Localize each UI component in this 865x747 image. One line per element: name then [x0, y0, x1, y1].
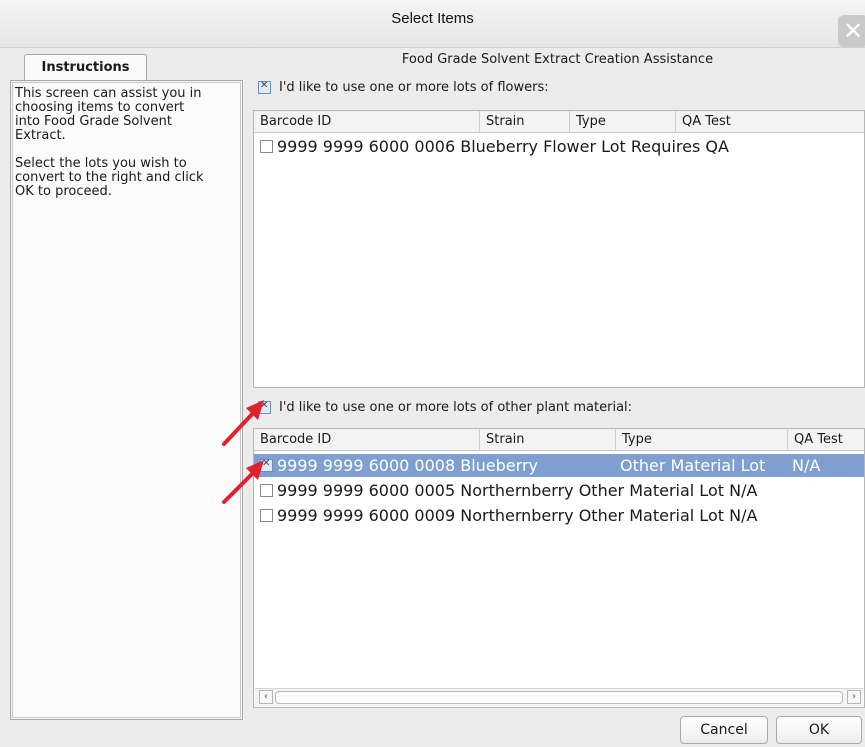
table-row[interactable]: 9999 9999 6000 0005 Northernberry Other …: [254, 479, 864, 502]
column-header-barcode[interactable]: Barcode ID: [254, 111, 480, 133]
flowers-option[interactable]: I'd like to use one or more lots of flow…: [258, 80, 549, 95]
row-strain: Northernberry: [460, 506, 574, 525]
other-material-table-header: Barcode ID Strain Type QA Test: [254, 429, 864, 451]
row-strain: Blueberry: [460, 137, 538, 156]
column-header-strain[interactable]: Strain: [480, 111, 570, 133]
instructions-panel: This screen can assist you in choosing i…: [10, 80, 243, 720]
row-type: Other Material Lot: [578, 481, 724, 500]
table-row[interactable]: 9999 9999 6000 0006 Blueberry Flower Lot…: [254, 135, 864, 158]
column-header-qa-test[interactable]: QA Test: [676, 111, 864, 133]
other-material-option[interactable]: I'd like to use one or more lots of othe…: [258, 400, 632, 415]
flowers-table: Barcode ID Strain Type QA Test 9999 9999…: [253, 110, 865, 388]
row-checkbox[interactable]: [260, 140, 273, 153]
row-strain: Blueberry: [460, 456, 538, 475]
window-title: Select Items: [391, 10, 474, 27]
instructions-text-area: This screen can assist you in choosing i…: [12, 82, 241, 718]
section-heading: Food Grade Solvent Extract Creation Assi…: [401, 52, 714, 67]
column-header-qa-test[interactable]: QA Test: [788, 429, 864, 451]
horizontal-scrollbar[interactable]: ‹ ›: [255, 688, 863, 706]
scroll-right-icon[interactable]: ›: [847, 690, 861, 704]
other-material-option-label: I'd like to use one or more lots of othe…: [279, 400, 633, 415]
annotation-arrow-icon: [222, 460, 264, 504]
other-material-table: Barcode ID Strain Type QA Test 9999 9999…: [253, 428, 865, 708]
column-header-type[interactable]: Type: [616, 429, 788, 451]
column-header-type[interactable]: Type: [570, 111, 676, 133]
row-barcode: 9999 9999 6000 0005: [277, 481, 456, 500]
row-barcode: 9999 9999 6000 0009: [277, 506, 456, 525]
instructions-paragraph-1: This screen can assist you in choosing i…: [15, 86, 202, 143]
table-row[interactable]: 9999 9999 6000 0008 Blueberry Other Mater…: [254, 454, 864, 477]
row-barcode: 9999 9999 6000 0006: [277, 137, 456, 156]
row-qa-test: N/A: [729, 481, 758, 500]
column-header-strain[interactable]: Strain: [480, 429, 616, 451]
row-qa-test: Requires QA: [630, 137, 729, 156]
ok-button[interactable]: OK: [776, 716, 862, 744]
row-type: Other Material Lot: [578, 506, 724, 525]
close-icon[interactable]: ✕: [838, 15, 865, 47]
row-qa-test: N/A: [792, 456, 821, 475]
row-barcode: 9999 9999 6000 0008: [277, 456, 456, 475]
flowers-option-checkbox[interactable]: [258, 80, 271, 94]
table-row[interactable]: 9999 9999 6000 0009 Northernberry Other …: [254, 504, 864, 527]
title-bar: Select Items: [0, 0, 865, 48]
flowers-table-header: Barcode ID Strain Type QA Test: [254, 111, 864, 133]
column-header-barcode[interactable]: Barcode ID: [254, 429, 480, 451]
cancel-button[interactable]: Cancel: [680, 716, 768, 744]
scroll-left-icon[interactable]: ‹: [259, 690, 273, 704]
flowers-option-label: I'd like to use one or more lots of flow…: [279, 80, 549, 95]
scrollbar-thumb[interactable]: [275, 691, 843, 704]
row-type: Flower Lot: [543, 137, 626, 156]
row-qa-test: N/A: [729, 506, 758, 525]
row-type: Other Material Lot: [620, 456, 766, 475]
row-strain: Northernberry: [460, 481, 574, 500]
instructions-paragraph-2: Select the lots you wish to convert to t…: [15, 156, 204, 199]
tab-instructions[interactable]: Instructions: [24, 54, 147, 80]
annotation-arrow-icon: [222, 400, 264, 446]
